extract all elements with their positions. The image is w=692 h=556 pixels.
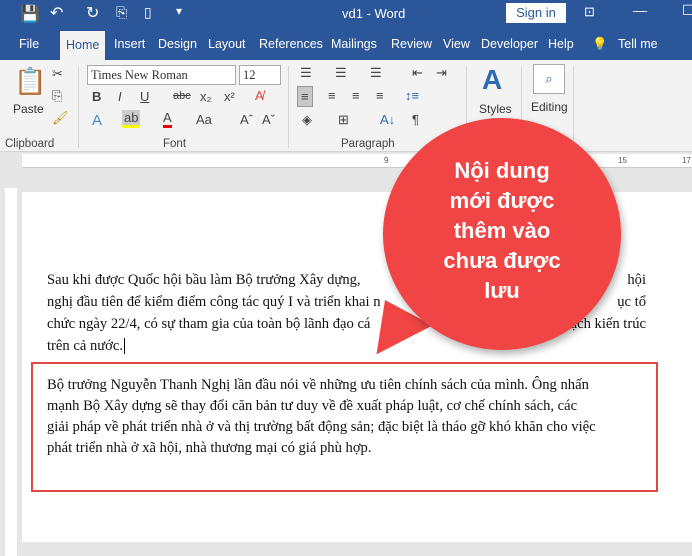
title-bar: 💾 ↶ ↻ ⎘ ▯ ▾ vd1 - Word Sign in ⊡ — ☐ [0,0,692,28]
styles-icon[interactable]: A [482,64,502,96]
tab-file[interactable]: File [19,37,39,51]
save-icon[interactable]: 💾 [20,4,40,24]
shading-icon[interactable]: ◈ [302,112,312,128]
numbering-icon[interactable]: ☰ [335,65,347,81]
paragraph-group-label: Paragraph [341,138,395,150]
tab-insert[interactable]: Insert [114,37,145,51]
justify-icon[interactable]: ≡ [376,88,384,103]
tell-me-search[interactable]: Tell me [618,37,658,51]
text-line: chức ngày 22/4, có sự tham gia của toàn … [47,316,371,332]
styles-button[interactable]: Styles [479,102,512,116]
tab-review[interactable]: Review [391,37,432,51]
lightbulb-icon: 💡 [592,37,608,51]
editing-button[interactable]: Editing [531,100,568,114]
new-document-icon[interactable]: ▯ [144,4,152,21]
callout-bubble: Nội dung mới được thêm vào chưa được lưu [383,118,621,350]
copy-format-icon[interactable]: ⎘ [116,4,127,21]
tab-layout[interactable]: Layout [208,37,246,51]
undo-icon[interactable]: ↶ [50,3,63,23]
strikethrough-icon[interactable]: abc [173,90,191,102]
shrink-font-icon[interactable]: Aˇ [262,112,275,127]
line-spacing-icon[interactable]: ↕≡ [405,88,419,103]
minimize-icon[interactable]: — [633,2,647,18]
underline-icon[interactable]: U [140,89,149,104]
show-formatting-icon[interactable]: ¶ [412,112,419,127]
tab-home[interactable]: Home [60,31,106,60]
sort-icon[interactable]: A↓ [380,112,395,127]
borders-icon[interactable]: ⊞ [338,112,349,128]
callout-text: thêm vào [453,218,551,243]
callout-text: chưa được [443,248,561,273]
clipboard-group-label: Clipboard [5,138,55,150]
cut-icon[interactable]: ✂ [52,66,63,82]
callout-text: mới được [449,188,555,213]
font-name-select[interactable]: Times New Roman [87,65,236,85]
ribbon: 📋 Paste ✂ ⎘ 🖌 Clipboard Times New Roman … [0,60,692,152]
window-title: vd1 - Word [342,6,406,21]
subscript-icon[interactable]: x₂ [200,89,212,104]
font-color-icon[interactable]: A [163,110,172,128]
align-left-icon[interactable]: ≡ [297,86,313,107]
customize-qat-icon[interactable]: ▾ [176,4,182,18]
text-cursor [124,338,125,354]
change-case-icon[interactable]: Aa [196,112,212,127]
text-line: Sau khi được Quốc hội bầu làm Bộ trưởng … [47,272,361,288]
ruler-mark: 17 [682,156,691,165]
find-icon[interactable]: ⌕ [533,64,565,94]
maximize-icon[interactable]: ☐ [682,2,692,19]
sign-in-button[interactable]: Sign in [506,3,566,23]
multilevel-list-icon[interactable]: ☰ [370,65,382,81]
superscript-icon[interactable]: x² [224,89,235,104]
clear-formatting-icon[interactable]: A̸ [255,88,264,103]
decrease-indent-icon[interactable]: ⇤ [412,65,423,81]
tab-mailings[interactable]: Mailings [331,37,377,51]
paste-icon[interactable]: 📋 [14,66,46,97]
increase-indent-icon[interactable]: ⇥ [436,65,447,81]
vertical-ruler[interactable] [0,168,20,556]
paste-button[interactable]: Paste [13,102,44,116]
align-right-icon[interactable]: ≡ [352,88,360,103]
new-content-highlight-box [31,362,658,492]
center-icon[interactable]: ≡ [328,88,336,103]
tab-references[interactable]: References [259,37,323,51]
bullets-icon[interactable]: ☰ [300,65,312,81]
grow-font-icon[interactable]: Aˆ [240,112,253,127]
paragraph-1[interactable]: Sau khi được Quốc hội bầu làm Bộ trưởng … [47,269,381,357]
tab-design[interactable]: Design [158,37,197,51]
ribbon-tabs: File Home Insert Design Layout Reference… [0,28,692,60]
ribbon-display-icon[interactable]: ⊡ [584,4,595,20]
highlight-icon[interactable]: ab [122,110,141,128]
tab-view[interactable]: View [443,37,470,51]
font-group-label: Font [163,138,187,150]
text-effects-icon[interactable]: A [92,112,102,129]
copy-icon[interactable]: ⎘ [52,88,62,104]
format-painter-icon[interactable]: 🖌 [52,110,69,126]
text-line: nghị đầu tiên để kiểm điểm công tác quý … [47,294,381,310]
text-line: trên cả nước. [47,338,125,354]
callout-text: lưu [484,278,520,303]
font-size-select[interactable]: 12 [239,65,281,85]
redo-icon[interactable]: ↻ [86,3,99,23]
bold-icon[interactable]: B [92,89,101,104]
callout-text: Nội dung [454,158,550,183]
italic-icon[interactable]: I [118,89,122,104]
tab-help[interactable]: Help [548,37,574,51]
tab-developer[interactable]: Developer [481,37,538,51]
